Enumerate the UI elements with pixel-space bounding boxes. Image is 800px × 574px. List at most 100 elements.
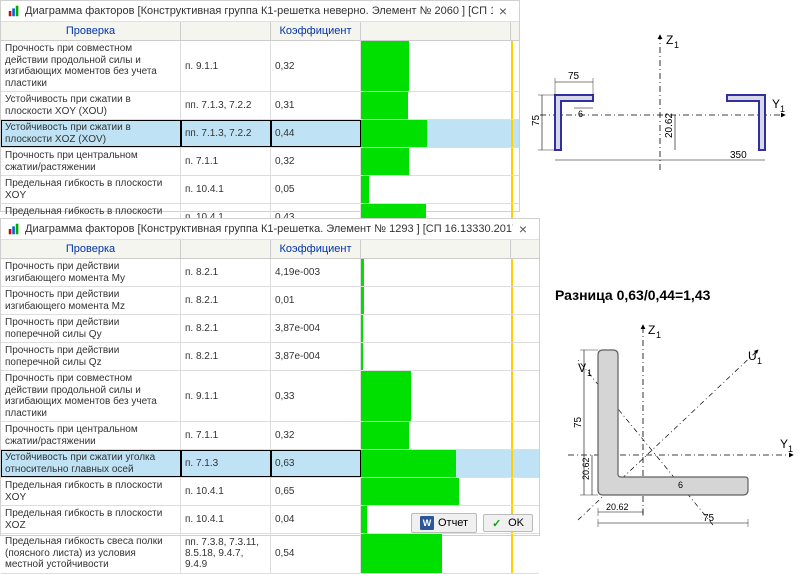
limit-line: [511, 422, 513, 449]
close-icon[interactable]: ×: [493, 3, 513, 19]
cell-bar: [361, 92, 511, 119]
utilization-bar: [361, 287, 364, 314]
table-header: Проверка Коэффициент: [1, 22, 519, 41]
titlebar[interactable]: Диаграмма факторов [Конструктивная групп…: [1, 219, 539, 240]
table-row[interactable]: Предельная гибкость в плоскости XOYп. 10…: [1, 176, 519, 204]
cell-coef: 0,01: [271, 287, 361, 314]
cell-ref: п. 9.1.1: [181, 371, 271, 421]
table-row[interactable]: Прочность при центральном сжатии/растяже…: [1, 422, 539, 450]
utilization-bar: [361, 422, 409, 449]
cell-check: Прочность при действии изгибающего момен…: [1, 259, 181, 286]
cell-bar: [361, 287, 511, 314]
utilization-bar: [361, 450, 456, 477]
cell-check: Прочность при центральном сжатии/растяже…: [1, 148, 181, 175]
utilization-bar: [361, 176, 369, 203]
svg-text:20.62: 20.62: [664, 113, 675, 138]
table-row[interactable]: Прочность при совместном действии продол…: [1, 41, 519, 92]
svg-text:75: 75: [531, 114, 542, 126]
hdr-check: Проверка: [1, 240, 181, 258]
cell-bar: [361, 371, 511, 421]
cell-ref: п. 7.1.1: [181, 148, 271, 175]
limit-line: [511, 120, 513, 147]
section-diagram-angle: Z1 Y1 U1 V1 75 20.62 20.62 75 6: [548, 320, 798, 530]
cell-coef: 0,54: [271, 534, 361, 573]
cell-coef: 0,05: [271, 176, 361, 203]
cell-check: Прочность при действии изгибающего момен…: [1, 287, 181, 314]
table-row[interactable]: Устойчивость при сжатии в плоскости XOY …: [1, 92, 519, 120]
cell-coef: 0,33: [271, 371, 361, 421]
svg-text:1: 1: [780, 104, 785, 114]
svg-text:Y: Y: [772, 97, 780, 111]
utilization-bar: [361, 506, 367, 533]
cell-check: Прочность при совместном действии продол…: [1, 41, 181, 91]
svg-text:U: U: [748, 349, 757, 363]
cell-ref: п. 10.4.1: [181, 506, 271, 533]
cell-bar: [361, 259, 511, 286]
cell-check: Устойчивость при сжатии в плоскости XOZ …: [1, 120, 181, 147]
cell-ref: п. 9.1.1: [181, 41, 271, 91]
cell-ref: п. 8.2.1: [181, 315, 271, 342]
cell-ref: п. 8.2.1: [181, 287, 271, 314]
hdr-blank: [181, 240, 271, 258]
cell-check: Предельная гибкость в плоскости XOY: [1, 176, 181, 203]
utilization-bar: [361, 120, 427, 147]
table-row[interactable]: Прочность при центральном сжатии/растяже…: [1, 148, 519, 176]
report-button[interactable]: WОтчет: [411, 513, 477, 533]
table-row[interactable]: Прочность при действии изгибающего момен…: [1, 287, 539, 315]
cell-ref: п. 8.2.1: [181, 259, 271, 286]
utilization-bar: [361, 315, 363, 342]
cell-ref: п. 10.4.1: [181, 176, 271, 203]
table-body: Прочность при совместном действии продол…: [1, 41, 519, 232]
utilization-bar: [361, 259, 364, 286]
utilization-bar: [361, 41, 409, 91]
limit-line: [511, 478, 513, 505]
svg-text:Y: Y: [780, 437, 788, 451]
cell-coef: 0,44: [271, 120, 361, 147]
limit-line: [511, 315, 513, 342]
hdr-coef: Коэффициент: [271, 22, 361, 40]
cell-coef: 0,32: [271, 41, 361, 91]
dialog-footer: WОтчет ✓OK: [411, 513, 533, 533]
cell-bar: [361, 41, 511, 91]
limit-line: [511, 148, 513, 175]
hdr-coef: Коэффициент: [271, 240, 361, 258]
table-row[interactable]: Предельная гибкость в плоскости XOYп. 10…: [1, 478, 539, 506]
table-row[interactable]: Предельная гибкость свеса полки (поясног…: [1, 534, 539, 574]
limit-line: [511, 343, 513, 370]
table-row[interactable]: Прочность при действии поперечной силы Q…: [1, 343, 539, 371]
section-diagram-channel: Z1 Y1 75 6 75 20.62 350: [530, 30, 790, 200]
cell-check: Предельная гибкость свеса полки (поясног…: [1, 534, 181, 573]
utilization-bar: [361, 148, 409, 175]
table-row[interactable]: Прочность при действии поперечной силы Q…: [1, 315, 539, 343]
cell-bar: [361, 315, 511, 342]
table-row[interactable]: Устойчивость при сжатии в плоскости XOZ …: [1, 120, 519, 148]
cell-bar: [361, 148, 511, 175]
limit-line: [511, 259, 513, 286]
cell-check: Предельная гибкость в плоскости XOY: [1, 478, 181, 505]
cell-check: Прочность при действии поперечной силы Q…: [1, 315, 181, 342]
hdr-blank: [181, 22, 271, 40]
cell-check: Прочность при совместном действии продол…: [1, 371, 181, 421]
ok-button[interactable]: ✓OK: [483, 514, 533, 532]
table-row[interactable]: Прочность при действии изгибающего момен…: [1, 259, 539, 287]
cell-coef: 3,87e-004: [271, 343, 361, 370]
cell-check: Устойчивость при сжатии в плоскости XOY …: [1, 92, 181, 119]
svg-text:Z: Z: [648, 323, 655, 337]
cell-check: Прочность при действии поперечной силы Q…: [1, 343, 181, 370]
table-row[interactable]: Устойчивость при сжатии уголка относител…: [1, 450, 539, 478]
utilization-bar: [361, 343, 363, 370]
cell-coef: 0,04: [271, 506, 361, 533]
window-title: Диаграмма факторов [Конструктивная групп…: [25, 223, 513, 235]
cell-bar: [361, 534, 511, 573]
limit-line: [511, 287, 513, 314]
close-icon[interactable]: ×: [513, 221, 533, 237]
cell-ref: пп. 7.3.8, 7.3.11, 8.5.18, 9.4.7, 9.4.9: [181, 534, 271, 573]
window-title: Диаграмма факторов [Конструктивная групп…: [25, 5, 493, 17]
svg-text:20.62: 20.62: [606, 502, 629, 512]
cell-check: Предельная гибкость в плоскости XOZ: [1, 506, 181, 533]
table-row[interactable]: Прочность при совместном действии продол…: [1, 371, 539, 422]
titlebar[interactable]: Диаграмма факторов [Конструктивная групп…: [1, 1, 519, 22]
cell-coef: 0,65: [271, 478, 361, 505]
hdr-check: Проверка: [1, 22, 181, 40]
cell-coef: 3,87e-004: [271, 315, 361, 342]
